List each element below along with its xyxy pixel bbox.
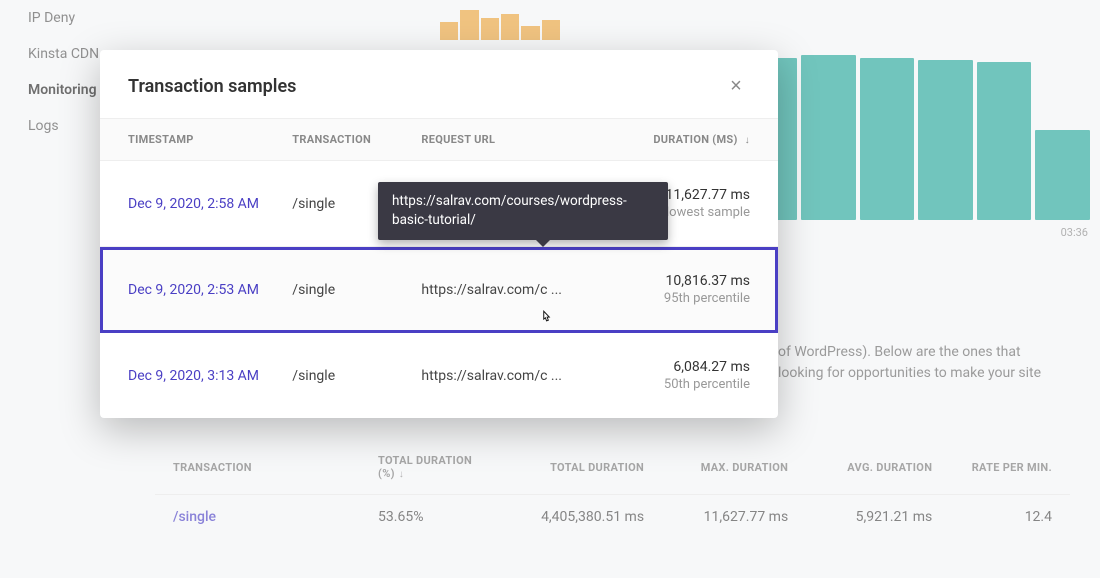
pointer-cursor-icon bbox=[537, 308, 555, 328]
close-button[interactable]: × bbox=[722, 72, 750, 100]
transaction-cell: /single bbox=[292, 282, 421, 298]
request-url-cell: https://salrav.com/c ... bbox=[421, 368, 597, 384]
duration-sub: 50th percentile bbox=[597, 377, 750, 392]
chart-bar bbox=[977, 62, 1032, 220]
duration-value: 10,816.37 ms bbox=[597, 273, 750, 289]
modal-table-header: TIMESTAMP TRANSACTION REQUEST URL DURATI… bbox=[100, 118, 778, 161]
th-timestamp[interactable]: TIMESTAMP bbox=[128, 133, 292, 146]
background-description: of WordPress). Below are the ones that l… bbox=[778, 342, 1072, 384]
timestamp-link[interactable]: Dec 9, 2020, 2:53 AM bbox=[128, 282, 292, 298]
duration-value: 6,084.27 ms bbox=[597, 359, 750, 375]
duration-sub: 95th percentile bbox=[597, 291, 750, 306]
chart-bar bbox=[918, 60, 973, 220]
url-tooltip: https://salrav.com/courses/wordpress-bas… bbox=[378, 182, 668, 240]
th-total-pct[interactable]: TOTAL DURATION (%)↓ bbox=[378, 454, 488, 480]
sidebar-item-ip-deny[interactable]: IP Deny bbox=[28, 0, 150, 36]
sort-desc-icon: ↓ bbox=[399, 469, 404, 480]
transaction-cell: /single bbox=[292, 368, 421, 384]
sample-row[interactable]: Dec 9, 2020, 3:13 AM /single https://sal… bbox=[100, 333, 778, 418]
th-request-url[interactable]: REQUEST URL bbox=[421, 133, 597, 146]
th-rate[interactable]: RATE PER MIN. bbox=[942, 461, 1052, 474]
modal-title: Transaction samples bbox=[128, 76, 296, 97]
th-avg-dur[interactable]: AVG. DURATION bbox=[798, 461, 932, 474]
th-max-dur[interactable]: MAX. DURATION bbox=[654, 461, 788, 474]
sort-desc-icon: ↓ bbox=[745, 135, 750, 146]
th-total-dur[interactable]: TOTAL DURATION bbox=[498, 461, 644, 474]
chart-bar bbox=[1035, 130, 1090, 220]
transactions-table: TRANSACTION TOTAL DURATION (%)↓ TOTAL DU… bbox=[155, 440, 1070, 539]
timestamp-link[interactable]: Dec 9, 2020, 3:13 AM bbox=[128, 368, 292, 384]
table-row[interactable]: /single 53.65% 4,405,380.51 ms 11,627.77… bbox=[155, 495, 1070, 539]
th-transaction[interactable]: TRANSACTION bbox=[292, 133, 421, 146]
sample-row[interactable]: Dec 9, 2020, 2:53 AM /single https://sal… bbox=[100, 247, 778, 333]
th-transaction[interactable]: TRANSACTION bbox=[173, 461, 368, 474]
close-icon: × bbox=[730, 75, 742, 98]
timestamp-link[interactable]: Dec 9, 2020, 2:58 AM bbox=[128, 196, 292, 212]
chart-bar bbox=[801, 55, 856, 220]
transaction-link[interactable]: /single bbox=[173, 509, 368, 525]
request-url-cell: https://salrav.com/c ... bbox=[421, 282, 597, 298]
chart-bar bbox=[860, 58, 915, 220]
th-duration[interactable]: DURATION (MS) ↓ bbox=[597, 133, 750, 146]
chart-xlabel: 03:36 bbox=[1061, 226, 1088, 239]
